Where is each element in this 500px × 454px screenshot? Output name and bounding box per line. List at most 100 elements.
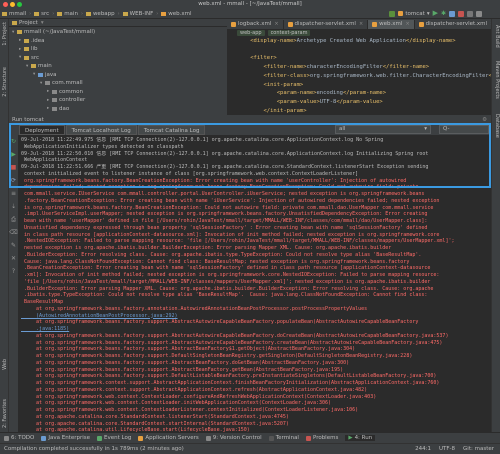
package-icon [52,89,57,94]
breadcrumb-item[interactable]: mmall [0,11,28,17]
console-line: at org.springframework.beans.factory.sup… [21,319,419,326]
java-enterprise-tool-button[interactable]: Java Enterprise [41,435,90,441]
editor-tab-label: dispatcher-servlet.xml [294,21,356,27]
close-window-button[interactable] [3,2,8,7]
run-tool-button[interactable]: ▶ 4: Run [345,435,376,441]
close-icon[interactable]: × [359,20,363,29]
coverage-icon[interactable] [449,10,455,17]
tree-node[interactable]: ▾ java [9,71,227,80]
problems-tool-button[interactable]: Problems [305,435,338,441]
xml-open-tag: <param-value> [276,98,320,105]
debug-icon[interactable]: ✱ [441,10,446,17]
clear-icon[interactable]: ⌫ [9,230,17,236]
xml-close-tag: </param-name> [343,90,387,97]
minimize-window-button[interactable] [10,2,15,7]
run-icon[interactable]: ▶ [433,10,438,17]
tree-node[interactable]: ▾ src [9,54,227,63]
maven-projects-tool-button[interactable]: Maven Projects [494,61,500,99]
zoom-window-button[interactable] [17,2,22,7]
editor-breadcrumb-item[interactable]: context-param [267,30,311,36]
update-app-icon[interactable]: ⟳ [11,178,16,184]
project-tool-button[interactable]: 1: Project [2,22,8,46]
tree-node[interactable]: ▸ lib [9,45,227,54]
window-titlebar: web.xml - mmall - [~/JavaTest/mmall] [0,0,500,9]
folder-icon [17,30,22,35]
project-panel-title[interactable]: Project [19,20,38,26]
breadcrumb-item[interactable]: src [32,11,51,17]
tree-node[interactable]: ▾ main [9,62,227,71]
editor-breadcrumb-item[interactable]: web-app [237,30,265,36]
server-icon [138,435,144,441]
settings-icon[interactable]: ⚙ [482,117,491,123]
application-servers-tool-button[interactable]: Application Servers [138,435,199,441]
xml-open-tag: <param-name> [276,90,317,97]
tree-node[interactable]: ▸ .idea [9,37,227,46]
run-tab[interactable]: Deployment [19,124,65,135]
chevron-down-icon[interactable]: ▾ [41,20,44,26]
rerun-icon[interactable]: ↻ [11,139,16,145]
stop-icon[interactable] [458,10,464,17]
tree-node-label: .idea [31,37,45,44]
close-icon[interactable]: ✕ [11,256,16,262]
structure-tool-button[interactable]: 2: Structure [2,67,8,97]
tree-node[interactable]: ▸ dao [9,105,227,114]
tree-node[interactable]: ▸ common [9,88,227,97]
tree-node[interactable]: ▾ mmall (~/JavaTest/mmall) [9,28,227,37]
favorites-tool-button[interactable]: 2: Favorites [2,399,8,428]
cursor-position[interactable]: 244:1 [415,446,431,452]
log-level-select[interactable]: all ▾ [335,125,431,134]
file-encoding[interactable]: UTF-8 [439,446,455,452]
breadcrumb-label: mmall [9,10,27,17]
run-tab[interactable]: Tomcat Catalina Log [137,124,206,135]
run-config-select[interactable]: tomcat ▾ [398,10,430,17]
close-icon[interactable]: × [274,20,278,29]
sdk-icon[interactable] [467,10,473,17]
editor-tab[interactable]: logback.xml × [227,20,284,29]
help-icon[interactable]: ? [12,269,15,275]
editor-area: logback.xml × dispatcher-servlet.xml × web.x… [227,19,491,115]
print-icon[interactable]: ⎙ [11,217,16,223]
editor-tab[interactable]: web.xml × [368,20,415,29]
event-log-tool-button[interactable]: Event Log [97,435,131,441]
breadcrumb-item[interactable]: WEB-INF [121,11,156,17]
build-icon[interactable] [389,10,396,17]
package-icon [52,98,57,103]
ant-build-tool-button[interactable]: Ant Build [494,25,500,48]
tree-node[interactable]: ▾ com.mmall [9,79,227,88]
git-branch[interactable]: Git: master [463,446,494,452]
close-icon[interactable]: × [405,20,409,29]
scroll-end-icon[interactable]: ⇣ [11,204,16,210]
close-icon[interactable]: × [490,20,491,29]
chevron-down-icon: ▾ [426,10,430,17]
code-view[interactable]: <display-name>Archetype Created Web Appl… [227,37,491,115]
package-icon [45,81,50,86]
terminal-tool-button[interactable]: Terminal [268,435,299,441]
web-tool-button[interactable]: Web [2,359,8,370]
xml-open-tag: <filter> [250,55,277,62]
editor-tab[interactable]: dispatcher-servlet.xml× [284,20,369,29]
breadcrumb-item[interactable]: webapp [84,11,117,17]
xml-close-tag: </param-value> [336,98,383,105]
console-line: dependencies failed; nested exception is… [21,184,419,191]
pin-icon[interactable]: ✎ [11,243,16,249]
console-line: at org.springframework.web.context.Conte… [21,400,332,407]
run-tab[interactable]: Tomcat Localhost Log [65,124,137,135]
soft-wrap-icon[interactable]: ≡ [11,191,16,197]
breadcrumb: mmall › src › main › webapp › WEB-INF › web.xml [0,11,194,17]
tree-node-label: main [38,63,52,70]
code-line: <param-value>UTF-8</param-value> [237,98,491,107]
breadcrumb-item[interactable]: main [55,11,80,17]
version-control-tool-button[interactable]: 9: Version Control [205,435,262,441]
stop-icon[interactable]: ■ [11,165,17,171]
console-search-input[interactable]: Q- [439,125,489,134]
search-everywhere-icon[interactable] [476,10,482,17]
folder-icon [122,11,128,16]
breadcrumb-item[interactable]: web.xml [159,11,193,17]
resume-icon[interactable]: ▶ [11,152,16,158]
tree-node[interactable]: ▸ controller [9,96,227,105]
console-output[interactable]: 09-Jul-2018 11:22:49.975 信息 [RMI TCP Con… [21,137,491,443]
todo-tool-button[interactable]: 6: TODO [4,435,34,441]
xml-open-tag: <init-param> [263,81,304,88]
database-tool-button[interactable]: Database [494,114,500,138]
editor-tab[interactable]: dispatcher-servlet.xml× [415,20,491,29]
